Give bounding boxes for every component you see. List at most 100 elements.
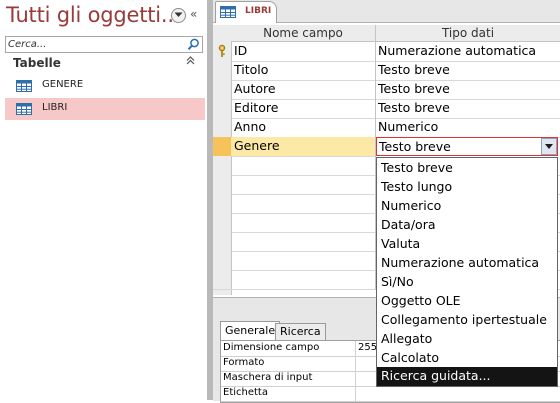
dropdown-option-label: Numerazione automatica bbox=[381, 255, 540, 270]
property-name: Maschera di input bbox=[223, 372, 313, 383]
row-selector[interactable] bbox=[213, 251, 232, 271]
property-name: Formato bbox=[223, 357, 265, 368]
data-type-cell[interactable]: Testo breve bbox=[376, 80, 560, 100]
data-type-text: Testo breve bbox=[378, 81, 450, 96]
table-row-current[interactable]: Genere Testo breve bbox=[213, 137, 560, 157]
dropdown-option-label: Calcolato bbox=[381, 350, 440, 365]
row-selector[interactable] bbox=[213, 156, 232, 176]
dropdown-option[interactable]: Valuta bbox=[377, 235, 557, 254]
field-name-cell[interactable] bbox=[231, 156, 376, 176]
dropdown-option[interactable]: Numerico bbox=[377, 197, 557, 216]
nav-item-libri[interactable]: LIBRI bbox=[5, 98, 205, 120]
primary-key-icon bbox=[218, 44, 226, 57]
column-headers: Nome campo Tipo dati bbox=[231, 25, 560, 42]
property-value: 255 bbox=[358, 342, 378, 353]
column-header-field-name[interactable]: Nome campo bbox=[231, 25, 376, 41]
field-name-cell[interactable]: Autore bbox=[231, 80, 376, 100]
property-value-field[interactable] bbox=[355, 386, 556, 401]
data-type-cell[interactable]: Testo breve bbox=[376, 99, 560, 119]
tab-generale[interactable]: Generale bbox=[220, 321, 281, 340]
row-selector[interactable] bbox=[213, 118, 232, 138]
group-header-tables[interactable]: Tabelle bbox=[5, 56, 201, 72]
dropdown-option-label: Sì/No bbox=[381, 274, 414, 289]
field-name-cell[interactable] bbox=[231, 213, 376, 233]
data-type-text: Testo breve bbox=[378, 100, 450, 115]
property-name: Dimensione campo bbox=[223, 342, 320, 353]
nav-item-label: GENERE bbox=[42, 79, 84, 90]
table-row[interactable]: Anno Numerico bbox=[213, 118, 560, 138]
data-type-text: Numerico bbox=[378, 119, 439, 134]
table-row[interactable]: ID Numerazione automatica bbox=[213, 42, 560, 62]
dropdown-option[interactable]: Numerazione automatica bbox=[377, 254, 557, 273]
row-selector-current[interactable] bbox=[213, 137, 232, 157]
field-name-cell[interactable] bbox=[231, 175, 376, 195]
table-row[interactable]: Editore Testo breve bbox=[213, 99, 560, 119]
dropdown-option[interactable]: Oggetto OLE bbox=[377, 292, 557, 311]
document-tab-label: LIBRI bbox=[245, 6, 272, 16]
field-name-cell[interactable] bbox=[231, 270, 376, 290]
dropdown-option-label: Data/ora bbox=[381, 217, 436, 232]
field-name-text: ID bbox=[234, 43, 248, 58]
table-row[interactable]: Autore Testo breve bbox=[213, 80, 560, 100]
data-type-combobox[interactable]: Testo breve bbox=[376, 137, 558, 156]
document-tab-strip: LIBRI bbox=[213, 0, 560, 23]
field-name-cell[interactable]: ID bbox=[231, 42, 376, 62]
dropdown-option[interactable]: Testo breve bbox=[377, 159, 557, 178]
data-type-cell[interactable]: Testo breve bbox=[376, 61, 560, 81]
document-tab-libri[interactable]: LIBRI bbox=[215, 1, 277, 23]
dropdown-option[interactable]: Allegato bbox=[377, 330, 557, 349]
table-row[interactable]: Titolo Testo breve bbox=[213, 61, 560, 81]
dropdown-option[interactable]: Sì/No bbox=[377, 273, 557, 292]
dropdown-option-label: Oggetto OLE bbox=[381, 293, 461, 308]
dropdown-option[interactable]: Collegamento ipertestuale bbox=[377, 311, 557, 330]
field-name-cell[interactable] bbox=[231, 232, 376, 252]
row-selector[interactable] bbox=[213, 61, 232, 81]
dropdown-arrow-icon[interactable] bbox=[541, 138, 557, 155]
field-name-text: Titolo bbox=[234, 62, 269, 77]
property-name: Etichetta bbox=[223, 387, 268, 398]
table-icon bbox=[220, 6, 236, 21]
field-name-cell[interactable]: Editore bbox=[231, 99, 376, 119]
search-input[interactable] bbox=[8, 37, 178, 52]
collapse-pane-icon[interactable]: « bbox=[190, 7, 197, 21]
dropdown-option-label: Collegamento ipertestuale bbox=[381, 312, 547, 327]
dropdown-option-label: Allegato bbox=[381, 331, 433, 346]
column-header-data-type[interactable]: Tipo dati bbox=[376, 25, 560, 41]
group-label: Tabelle bbox=[13, 56, 61, 70]
field-name-cell[interactable]: Genere bbox=[231, 137, 376, 157]
dropdown-option-label: Testo lungo bbox=[381, 179, 453, 194]
row-selector[interactable] bbox=[213, 99, 232, 119]
tab-ricerca[interactable]: Ricerca bbox=[275, 323, 326, 340]
field-name-cell[interactable]: Titolo bbox=[231, 61, 376, 81]
dropdown-option[interactable]: Data/ora bbox=[377, 216, 557, 235]
collapse-group-icon[interactable] bbox=[186, 56, 195, 68]
dropdown-option-label: Testo breve bbox=[381, 160, 453, 175]
dropdown-option-label: Numerico bbox=[381, 198, 442, 213]
navigation-menu-chevron-icon[interactable] bbox=[171, 8, 186, 23]
row-selector[interactable] bbox=[213, 232, 232, 252]
data-type-text: Testo breve bbox=[378, 62, 450, 77]
row-selector[interactable] bbox=[213, 194, 232, 214]
field-name-cell[interactable] bbox=[231, 251, 376, 271]
data-type-cell[interactable]: Numerazione automatica bbox=[376, 42, 560, 62]
data-type-text: Testo breve bbox=[379, 139, 451, 154]
table-icon bbox=[16, 80, 32, 95]
field-name-cell[interactable] bbox=[231, 194, 376, 214]
dropdown-option[interactable]: Testo lungo bbox=[377, 178, 557, 197]
row-selector[interactable] bbox=[213, 270, 232, 290]
row-selector[interactable] bbox=[213, 175, 232, 195]
dropdown-option[interactable]: Calcolato bbox=[377, 349, 557, 368]
data-type-dropdown-list: Testo breve Testo lungo Numerico Data/or… bbox=[376, 157, 558, 387]
field-name-text: Autore bbox=[234, 81, 276, 96]
field-name-text: Anno bbox=[234, 119, 267, 134]
row-selector[interactable] bbox=[213, 213, 232, 233]
search-icon[interactable] bbox=[186, 37, 201, 52]
nav-item-genere[interactable]: GENERE bbox=[5, 75, 205, 97]
dropdown-option-label: Valuta bbox=[381, 236, 421, 251]
field-name-cell[interactable]: Anno bbox=[231, 118, 376, 138]
data-type-cell[interactable]: Numerico bbox=[376, 118, 560, 138]
row-selector[interactable] bbox=[213, 80, 232, 100]
dropdown-option-highlighted[interactable]: Ricerca guidata... bbox=[377, 367, 557, 386]
navigation-pane-title[interactable]: Tutti gli oggetti... bbox=[6, 3, 181, 27]
row-selector[interactable] bbox=[213, 42, 232, 62]
